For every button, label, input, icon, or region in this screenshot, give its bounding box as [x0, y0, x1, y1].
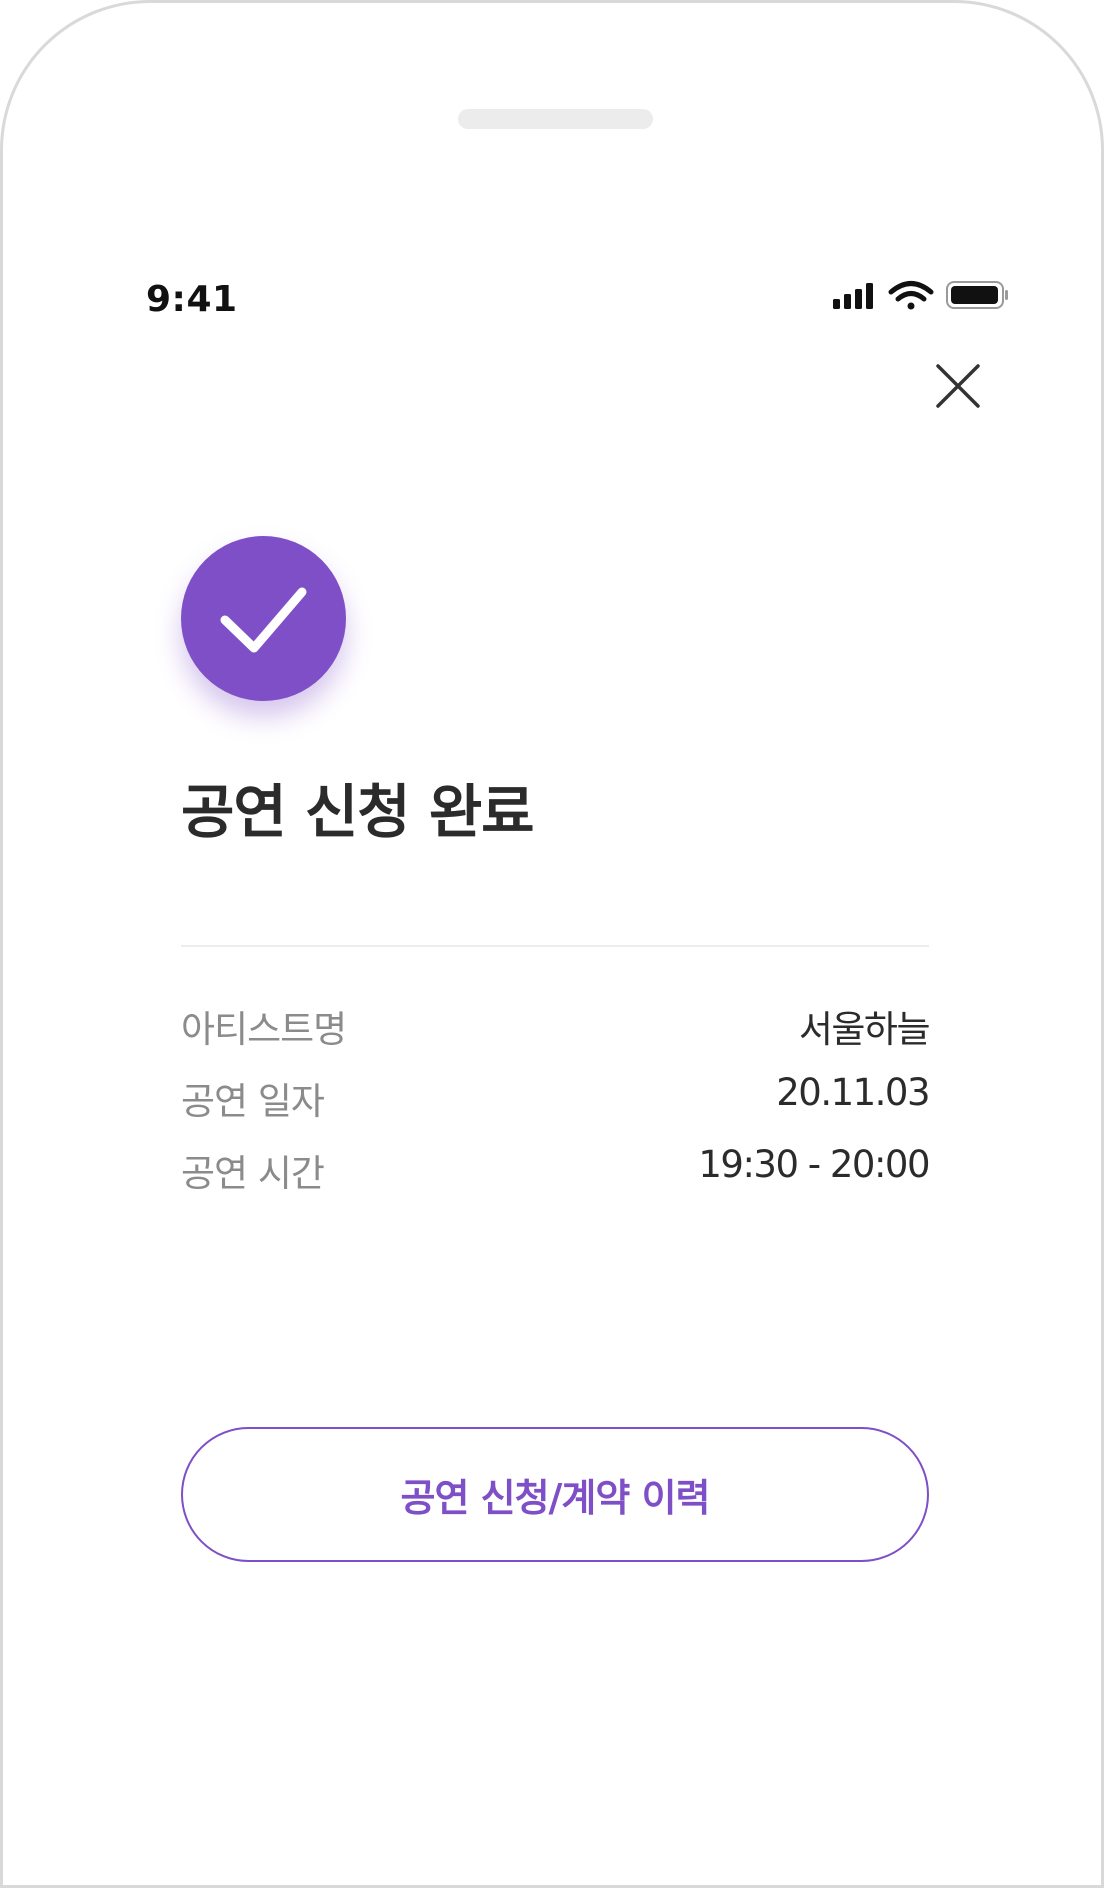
status-icons-graphic — [833, 281, 1008, 310]
detail-value: 서울하늘 — [798, 1008, 931, 1051]
cellular-signal-icon — [833, 283, 873, 309]
detail-value: 20.11.03 — [776, 1071, 930, 1114]
detail-row-artist: 아티스트명 서울하늘 — [181, 999, 931, 1071]
close-icon — [936, 364, 980, 408]
wifi-icon — [888, 281, 934, 310]
success-badge — [181, 536, 346, 701]
battery-icon — [946, 281, 1008, 309]
details-list: 아티스트명 서울하늘 공연 일자 20.11.03 공연 시간 19:30 - … — [181, 999, 931, 1215]
detail-row-time: 공연 시간 19:30 - 20:00 — [181, 1143, 930, 1215]
detail-label: 공연 시간 — [181, 1152, 325, 1195]
close-button[interactable] — [930, 358, 986, 414]
check-icon — [220, 587, 307, 653]
speaker-grille — [458, 109, 653, 129]
status-time: 9:41 — [146, 279, 238, 320]
detail-label: 공연 일자 — [181, 1080, 325, 1123]
detail-row-date: 공연 일자 20.11.03 — [181, 1071, 930, 1143]
divider — [181, 945, 929, 947]
detail-value: 19:30 - 20:00 — [698, 1143, 930, 1186]
phone-frame: 9:41 공연 신청 완료 아티스트명 서울하늘 공연 일자 20.11.03 … — [0, 0, 1104, 1888]
status-bar: 9:41 — [3, 273, 1101, 323]
detail-label: 아티스트명 — [181, 1008, 347, 1051]
history-button[interactable]: 공연 신청/계약 이력 — [181, 1427, 929, 1562]
page-title: 공연 신청 완료 — [181, 778, 535, 846]
status-icons — [829, 277, 1009, 317]
